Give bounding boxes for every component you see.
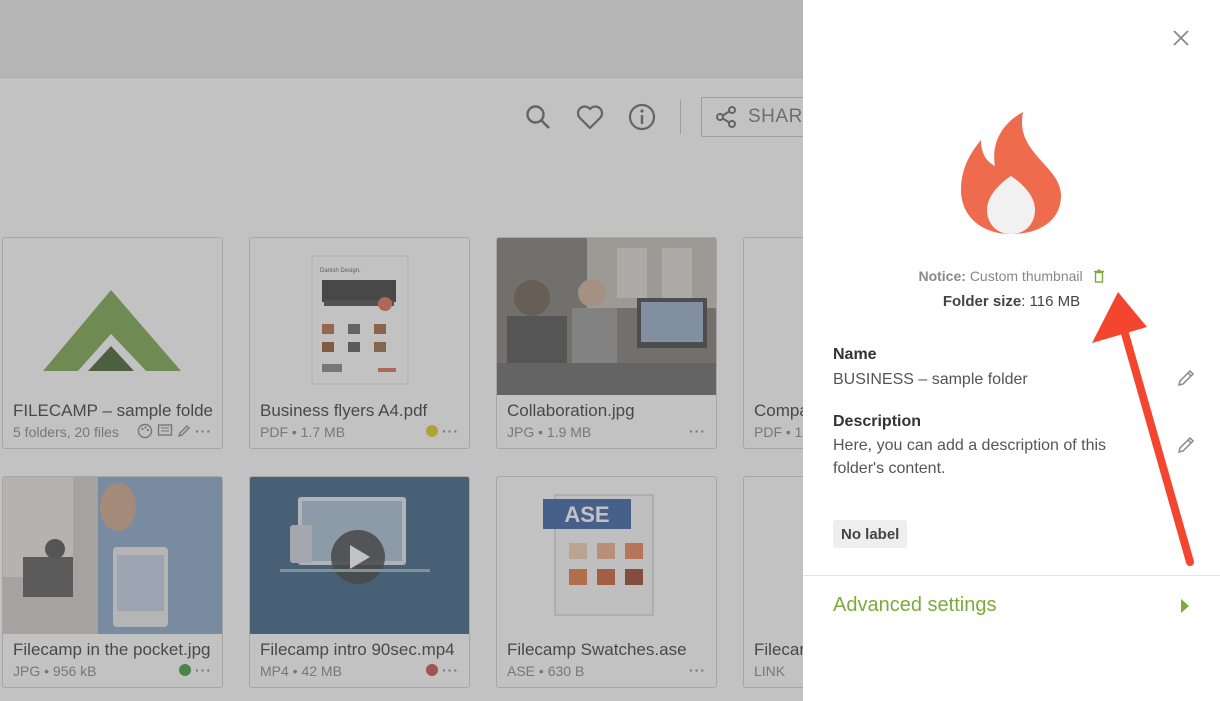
notice-label: Notice:	[918, 268, 966, 284]
description-label: Description	[833, 413, 922, 430]
trash-icon[interactable]	[1093, 269, 1105, 286]
folder-size: Folder size: 116 MB	[803, 293, 1220, 310]
folder-size-label: Folder size	[942, 293, 1022, 310]
thumbnail-notice: Notice: Custom thumbnail	[803, 268, 1220, 286]
edit-name-icon[interactable]	[1176, 368, 1196, 388]
name-value: BUSINESS – sample folder	[833, 371, 1028, 388]
name-label: Name	[833, 346, 877, 363]
notice-text: Custom thumbnail	[969, 268, 1083, 284]
label-badge[interactable]: No label	[833, 520, 908, 548]
folder-details-panel: Notice: Custom thumbnail Folder size: 11…	[803, 0, 1220, 701]
folder-size-value: : 116 MB	[1021, 293, 1081, 310]
close-icon[interactable]	[1169, 26, 1193, 50]
caret-right-icon[interactable]	[1181, 599, 1189, 618]
flame-icon	[957, 110, 1065, 238]
modal-backdrop[interactable]	[0, 0, 803, 701]
divider	[803, 575, 1220, 576]
description-value: Here, you can add a description of this …	[833, 437, 1107, 477]
advanced-settings-link[interactable]: Advanced settings	[833, 594, 996, 617]
edit-description-icon[interactable]	[1176, 435, 1196, 455]
